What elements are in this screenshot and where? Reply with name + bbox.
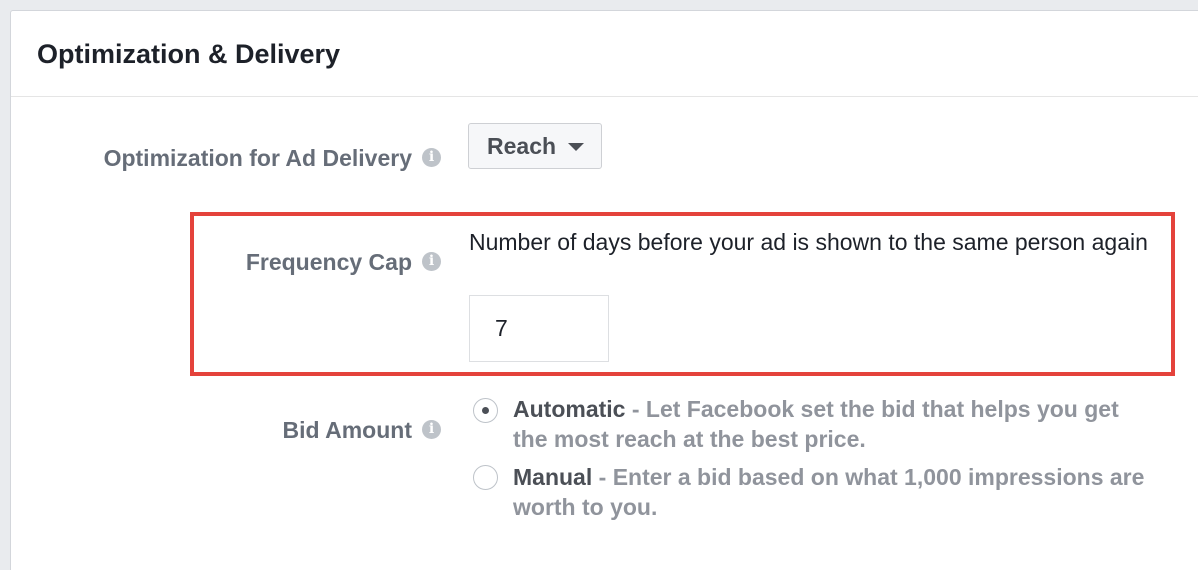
optimization-dropdown-value: Reach (487, 133, 557, 159)
optimization-info-icon[interactable]: i (422, 148, 441, 167)
automatic-bid-separator: - (625, 396, 646, 422)
optimization-delivery-panel: Optimization & Delivery Optimization for… (10, 10, 1198, 570)
manual-bid-radio[interactable] (473, 465, 498, 490)
manual-bid-separator: - (592, 464, 613, 490)
panel-title: Optimization & Delivery (37, 39, 341, 69)
automatic-bid-option[interactable]: Automatic - Let Facebook set the bid tha… (513, 394, 1153, 454)
optimization-dropdown[interactable]: Reach (468, 123, 602, 169)
caret-down-icon (568, 143, 584, 151)
optimization-label: Optimization for Ad Delivery (103, 145, 412, 171)
manual-bid-option[interactable]: Manual - Enter a bid based on what 1,000… (513, 462, 1153, 522)
frequency-cap-description: Number of days before your ad is shown t… (469, 229, 1148, 255)
automatic-bid-title: Automatic (513, 396, 626, 422)
manual-bid-title: Manual (513, 464, 593, 490)
frequency-cap-input[interactable] (469, 295, 609, 362)
bid-amount-info-icon[interactable]: i (422, 420, 441, 439)
automatic-bid-radio[interactable] (473, 398, 498, 423)
frequency-cap-label: Frequency Cap (245, 249, 412, 275)
frequency-cap-info-icon[interactable]: i (422, 252, 441, 271)
bid-amount-label: Bid Amount (282, 417, 412, 443)
panel-header: Optimization & Delivery (11, 11, 1198, 97)
